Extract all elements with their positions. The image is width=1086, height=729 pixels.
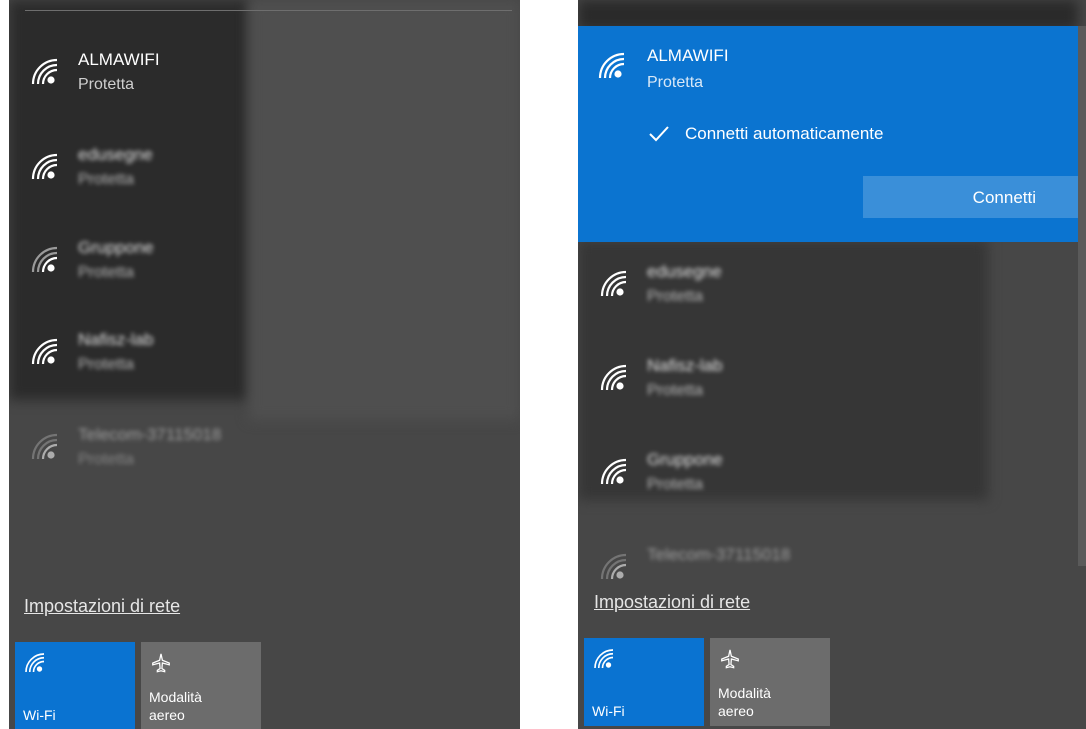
tile-label: Modalità aereo	[718, 684, 771, 720]
wifi-toggle-tile[interactable]: Wi-Fi	[15, 642, 135, 729]
network-item-almawifi-expanded[interactable]: ALMAWIFI Protetta Connetti automaticamen…	[578, 26, 1078, 242]
wifi-signal-icon	[29, 433, 61, 461]
airplane-mode-tile[interactable]: Modalità aereo	[141, 642, 261, 729]
wifi-signal-icon	[598, 458, 630, 486]
airplane-mode-tile[interactable]: Modalità aereo	[710, 638, 830, 726]
connect-button-label: Connetti	[972, 188, 1036, 207]
divider	[25, 10, 512, 11]
tile-label-line: aereo	[718, 703, 754, 719]
airplane-icon	[718, 648, 742, 670]
network-item[interactable]: Nafisz-lab Protetta	[578, 346, 1086, 430]
network-status: Protetta	[647, 74, 704, 91]
tile-label-line: Modalità	[718, 685, 771, 701]
network-item-almawifi[interactable]: ALMAWIFI Protetta	[9, 40, 520, 124]
network-item[interactable]: Nafisz-lab Protetta	[9, 320, 520, 404]
network-status: Protetta	[78, 451, 135, 468]
network-name: Telecom-37115018	[78, 425, 222, 444]
network-status: Protetta	[647, 476, 704, 493]
network-name: Gruppone	[647, 450, 723, 469]
wifi-icon	[592, 648, 616, 670]
network-item[interactable]: Telecom-37115018 Protetta	[9, 415, 520, 499]
auto-connect-checkbox[interactable]: Connetti automaticamente	[647, 122, 967, 150]
tile-label-line: aereo	[149, 707, 185, 723]
check-icon	[649, 126, 669, 142]
wifi-toggle-tile[interactable]: Wi-Fi	[584, 638, 704, 726]
auto-connect-label: Connetti automaticamente	[685, 124, 884, 143]
network-status: Protetta	[647, 382, 704, 399]
wifi-signal-icon	[29, 153, 61, 181]
network-status: Protetta	[78, 356, 135, 373]
network-status: Protetta	[78, 264, 135, 281]
network-name: ALMAWIFI	[647, 46, 729, 65]
network-name: Nafisz-lab	[78, 330, 154, 349]
wifi-signal-icon	[29, 58, 61, 86]
tile-label: Wi-Fi	[23, 707, 56, 723]
network-status: Protetta	[78, 171, 135, 188]
airplane-icon	[149, 652, 173, 674]
left-network-panel: ALMAWIFI Protetta edusegne Protetta Grup…	[9, 0, 520, 729]
wifi-signal-icon	[29, 338, 61, 366]
network-item[interactable]: edusegne Protetta	[9, 135, 520, 219]
network-name: Gruppone	[78, 238, 154, 257]
network-item[interactable]: Gruppone Protetta	[9, 228, 520, 312]
network-name: Nafisz-lab	[647, 356, 723, 375]
network-name: edusegne	[647, 262, 722, 281]
wifi-signal-icon	[598, 270, 630, 298]
network-status: Protetta	[78, 76, 135, 93]
network-item[interactable]: Gruppone Protetta	[578, 440, 1086, 524]
tile-label: Modalità aereo	[149, 688, 202, 724]
wifi-signal-icon	[598, 364, 630, 392]
wifi-icon	[23, 652, 47, 674]
network-settings-link[interactable]: Impostazioni di rete	[594, 592, 750, 613]
network-item[interactable]: edusegne Protetta	[578, 252, 1086, 336]
wifi-signal-icon	[596, 52, 628, 80]
wifi-signal-icon	[29, 246, 61, 274]
network-name: edusegne	[78, 145, 153, 164]
network-settings-link[interactable]: Impostazioni di rete	[24, 596, 180, 617]
network-name: ALMAWIFI	[78, 50, 160, 69]
wifi-signal-icon	[598, 553, 630, 581]
tile-label-line: Modalità	[149, 689, 202, 705]
tile-label: Wi-Fi	[592, 703, 625, 719]
network-status: Protetta	[647, 288, 704, 305]
connect-button[interactable]: Connetti	[863, 176, 1078, 218]
network-name: Telecom-37115018	[647, 545, 791, 564]
right-network-panel: ALMAWIFI Protetta Connetti automaticamen…	[578, 0, 1086, 729]
